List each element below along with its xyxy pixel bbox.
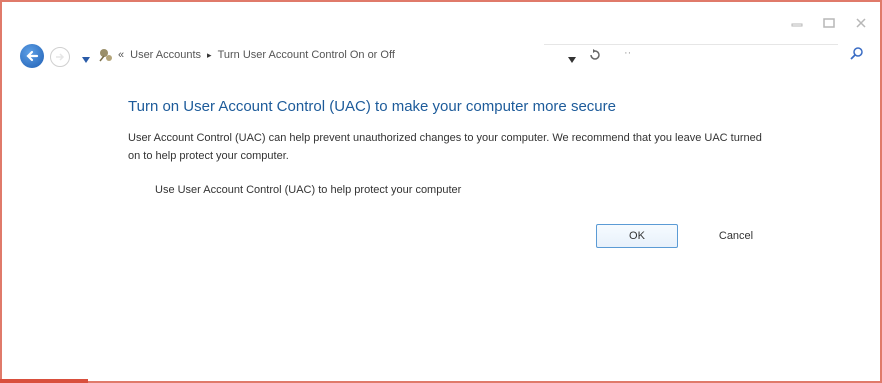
- address-bar-row: « User Accounts ▸ Turn User Account Cont…: [16, 44, 878, 70]
- refresh-icon: [590, 49, 600, 60]
- chevron-down-icon: [568, 57, 576, 63]
- breadcrumb-current-page[interactable]: Turn User Account Control On or Off: [218, 49, 395, 61]
- chevron-down-icon: [82, 57, 90, 63]
- minimize-icon: [791, 23, 803, 27]
- caption-buttons: [788, 16, 870, 30]
- address-dropdown[interactable]: [568, 50, 576, 68]
- uac-checkbox-label[interactable]: Use User Account Control (UAC) to help p…: [155, 184, 461, 196]
- search-box-border: [544, 44, 838, 45]
- breadcrumb-separator[interactable]: ▸: [207, 50, 212, 61]
- breadcrumb-overflow[interactable]: «: [118, 49, 124, 61]
- back-arrow-icon: [26, 50, 39, 62]
- control-panel-icon: [99, 49, 112, 62]
- search-box[interactable]: ··: [624, 47, 631, 59]
- breadcrumb-user-accounts[interactable]: User Accounts: [130, 49, 201, 61]
- maximize-icon: [823, 18, 835, 28]
- forward-arrow-icon: [56, 53, 65, 61]
- close-icon: [856, 18, 866, 28]
- maximize-button[interactable]: [820, 16, 838, 30]
- minimize-button[interactable]: [788, 16, 806, 30]
- uac-option-row[interactable]: Use User Account Control (UAC) to help p…: [134, 183, 808, 196]
- breadcrumb: « User Accounts ▸ Turn User Account Cont…: [118, 49, 395, 61]
- address-location: [98, 47, 114, 68]
- ok-button[interactable]: OK: [596, 224, 678, 248]
- uac-checkbox[interactable]: [134, 183, 147, 196]
- refresh-button[interactable]: [588, 48, 602, 65]
- close-button[interactable]: [852, 16, 870, 30]
- cancel-button[interactable]: Cancel: [706, 225, 766, 247]
- back-button[interactable]: [20, 44, 44, 68]
- search-button[interactable]: [850, 46, 864, 65]
- uac-settings-window: « User Accounts ▸ Turn User Account Cont…: [0, 0, 882, 383]
- recent-pages-dropdown[interactable]: [82, 50, 90, 68]
- dialog-buttons: OK Cancel: [596, 224, 766, 248]
- page-description: User Account Control (UAC) can help prev…: [128, 132, 762, 162]
- forward-button[interactable]: [50, 47, 70, 67]
- page-title: Turn on User Account Control (UAC) to ma…: [128, 98, 616, 115]
- search-icon: [850, 47, 863, 60]
- main-content: Turn on User Account Control (UAC) to ma…: [128, 98, 808, 196]
- window-edge-accent: [0, 379, 88, 383]
